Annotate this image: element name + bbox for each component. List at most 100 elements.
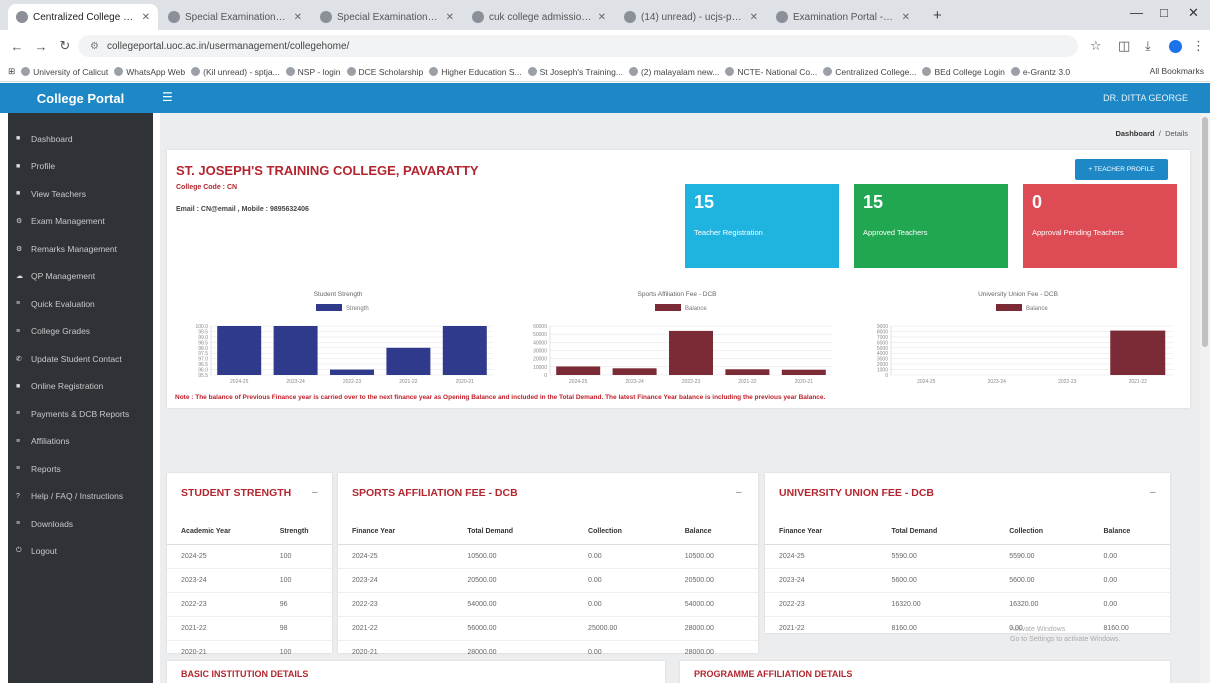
y-tick-label: 60000: [533, 324, 547, 330]
bookmark-item[interactable]: BEd College Login: [922, 67, 1005, 77]
bar: [781, 369, 826, 375]
sidebar-item-help[interactable]: ? Help / FAQ / Instructions: [8, 483, 153, 511]
reload-icon[interactable]: ↻: [58, 38, 72, 54]
sidebar-item-payments[interactable]: ≡ Payments & DCB Reports: [8, 400, 153, 428]
bookmark-item[interactable]: University of Calicut: [21, 67, 108, 77]
sidebar-item-remarks-management[interactable]: ⚙ Remarks Management: [8, 235, 153, 263]
table-row: 2023-24 5600.00 5600.00 0.00: [765, 568, 1170, 593]
sidebar-item-exam-management[interactable]: ⚙ Exam Management: [8, 208, 153, 236]
sidebar-item-profile[interactable]: ■ Profile: [8, 153, 153, 181]
browser-tab[interactable]: cuk college admission-ucadb✕: [464, 4, 614, 30]
gear-icon: ⚙: [16, 245, 23, 253]
minimize-icon[interactable]: —: [1130, 5, 1143, 20]
close-tab-icon[interactable]: ✕: [902, 12, 910, 23]
close-tab-icon[interactable]: ✕: [598, 12, 606, 23]
all-bookmarks-link[interactable]: All Bookmarks: [1150, 66, 1204, 76]
basic-institution-panel: BASIC INSTITUTION DETAILS: [167, 661, 665, 683]
url-input[interactable]: ⚙ collegeportal.uoc.ac.in/usermanagement/…: [78, 35, 1078, 57]
apps-icon[interactable]: ⊞: [8, 66, 15, 77]
browser-tab[interactable]: Examination Portal - Core login✕: [768, 4, 918, 30]
sidebar-item-quick-evaluation[interactable]: ≡ Quick Evaluation: [8, 290, 153, 318]
scrollbar-thumb[interactable]: [1202, 117, 1208, 347]
bar: [330, 369, 374, 375]
teacher-profile-button[interactable]: + TEACHER PROFILE: [1075, 159, 1168, 180]
legend-swatch: [996, 304, 1022, 311]
back-icon[interactable]: ←: [10, 39, 24, 54]
sidebar-item-online-registration[interactable]: ■ Online Registration: [8, 373, 153, 401]
bookmarks-bar: ⊞ University of Calicut WhatsApp Web (Ki…: [0, 62, 1210, 82]
close-window-icon[interactable]: ✕: [1188, 5, 1199, 21]
list-icon: ≡: [16, 300, 21, 308]
panel-title: SPORTS AFFILIATION FEE - DCB: [352, 487, 518, 499]
table-row: 2024-25 100: [167, 544, 332, 569]
download-icon[interactable]: ⤓: [1145, 38, 1151, 54]
sidebar-item-view-teachers[interactable]: ■ View Teachers: [8, 180, 153, 208]
close-tab-icon[interactable]: ✕: [446, 12, 454, 23]
page-scrollbar[interactable]: [1200, 113, 1210, 683]
x-tick-label: 2023-24: [286, 379, 305, 385]
browser-tab[interactable]: Special Examination -Mba (10)✕: [312, 4, 462, 30]
list-icon: ≡: [16, 410, 21, 418]
close-tab-icon[interactable]: ✕: [142, 12, 150, 23]
collapse-icon[interactable]: –: [736, 487, 742, 498]
app-brand[interactable]: College Portal: [8, 83, 153, 113]
bookmark-item[interactable]: St Joseph's Training...: [527, 67, 623, 77]
bookmark-item[interactable]: NCTE- National Co...: [725, 67, 817, 77]
stat-teacher-registration[interactable]: 15 Teacher Registration: [685, 184, 839, 268]
sports-fee-chart: Sports Affiliation Fee - DCB Balance 60000…: [516, 290, 838, 390]
extensions-icon[interactable]: ◫: [1118, 38, 1130, 54]
legend-label: Balance: [1026, 306, 1048, 312]
sidebar-item-affiliations[interactable]: ≡ Affiliations: [8, 428, 153, 456]
menu-dots-icon[interactable]: ⋮: [1192, 38, 1205, 54]
maximize-icon[interactable]: □: [1160, 5, 1168, 20]
gear-icon: ⚙: [16, 218, 23, 226]
bar: [442, 326, 487, 375]
close-tab-icon[interactable]: ✕: [750, 12, 758, 23]
sidebar-item-qp-management[interactable]: ☁ QP Management: [8, 263, 153, 291]
bookmark-item[interactable]: Centralized College...: [823, 67, 916, 77]
site-info-icon[interactable]: ⚙: [90, 41, 99, 52]
browser-tab[interactable]: Centralized College Portal✕: [8, 4, 158, 30]
sidebar-item-downloads[interactable]: ≡ Downloads: [8, 510, 153, 538]
close-tab-icon[interactable]: ✕: [294, 12, 302, 23]
browser-tab[interactable]: Special Examination - Mba (10)✕: [160, 4, 310, 30]
bookmark-item[interactable]: (Kil unread) - sptja...: [191, 67, 280, 77]
bookmark-item[interactable]: DCE Scholarship: [346, 67, 423, 77]
y-tick-label: 10000: [533, 365, 547, 371]
sidebar-item-logout[interactable]: ⏻ Logout: [8, 538, 153, 566]
hamburger-icon[interactable]: ☰: [162, 90, 173, 104]
stat-pending-teachers[interactable]: 0 Approval Pending Teachers: [1023, 184, 1177, 268]
sidebar-item-reports[interactable]: ≡ Reports: [8, 455, 153, 483]
breadcrumb-home[interactable]: Dashboard: [1115, 129, 1154, 138]
bookmark-item[interactable]: WhatsApp Web: [114, 67, 185, 77]
bar: [386, 347, 431, 375]
table-row: 2022-23 96: [167, 592, 332, 617]
sidebar-item-update-student-contact[interactable]: ✆ Update Student Contact: [8, 345, 153, 373]
new-tab-icon[interactable]: +: [933, 7, 942, 24]
forward-icon[interactable]: →: [34, 39, 48, 54]
bookmark-star-icon[interactable]: ☆: [1090, 38, 1102, 54]
y-tick-label: 40000: [533, 340, 547, 346]
profile-avatar[interactable]: [1169, 40, 1182, 53]
collapse-icon[interactable]: –: [312, 487, 318, 498]
sidebar-item-dashboard[interactable]: ■ Dashboard: [8, 125, 153, 153]
college-overview-card: ST. JOSEPH'S TRAINING COLLEGE, PAVARATTY…: [167, 150, 1190, 408]
bookmark-item[interactable]: (2) malayalam new...: [628, 67, 719, 77]
stat-approved-teachers[interactable]: 15 Approved Teachers: [854, 184, 1008, 268]
browser-tab-bar: Centralized College Portal✕ Special Exam…: [0, 0, 1210, 30]
bar: [556, 366, 601, 375]
bookmark-item[interactable]: Higher Education S...: [429, 67, 522, 77]
sidebar-item-college-grades[interactable]: ≡ College Grades: [8, 318, 153, 346]
collapse-icon[interactable]: –: [1150, 487, 1156, 498]
help-icon: ?: [16, 492, 20, 500]
user-name[interactable]: DR. DITTA GEORGE: [1103, 93, 1188, 103]
union-fee-chart: University Union Fee - DCB Balance 9000 800…: [857, 290, 1179, 390]
bookmark-item[interactable]: e-Grantz 3.0: [1010, 67, 1070, 77]
bookmark-item[interactable]: NSP - login: [285, 67, 341, 77]
chart-title: Sports Affiliation Fee - DCB: [638, 291, 717, 298]
panel-title: UNIVERSITY UNION FEE - DCB: [779, 487, 934, 499]
table-row: 2021-22 56000.00 25000.00 28000.00: [338, 616, 758, 641]
table-row: 2024-25 5590.00 5590.00 0.00: [765, 544, 1170, 569]
college-code: College Code : CN: [176, 184, 238, 191]
browser-tab[interactable]: (14) unread) - ucjs-pavaratty✕: [616, 4, 766, 30]
